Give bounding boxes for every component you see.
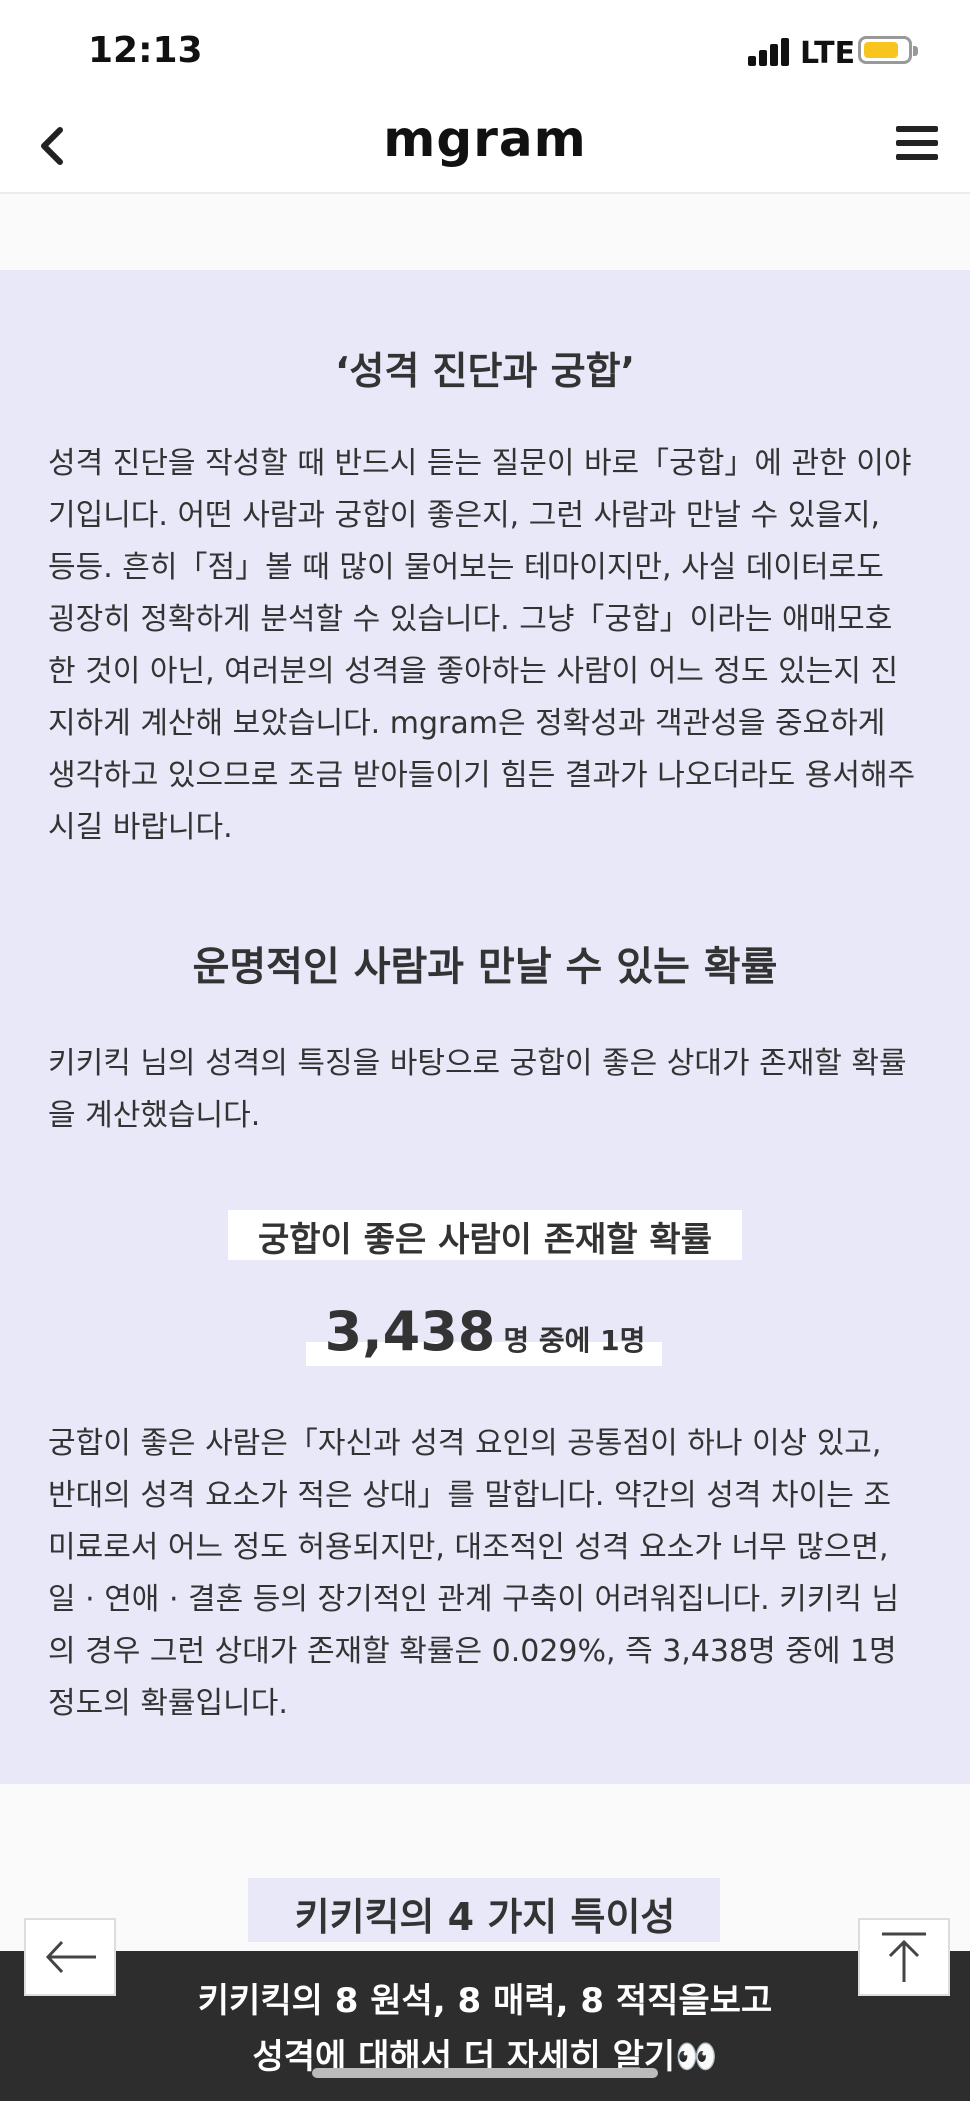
probability-label: 궁합이 좋은 사람이 존재할 확률: [258, 1220, 712, 1260]
probability-value: 3,438 명 중에 1명: [0, 1300, 970, 1363]
probability-unit: 명 중에 1명: [503, 1324, 646, 1357]
destiny-intro: 키키킥 님의 성격의 특징을 바탕으로 궁합이 좋은 상대가 존재할 확률을 계…: [48, 1046, 907, 1133]
brand-logo[interactable]: mgram: [0, 110, 970, 168]
battery-icon: [858, 36, 918, 64]
status-time: 12:13: [88, 30, 203, 71]
section-title-uniqueness: 키키킥의 4 가지 특이성: [294, 1895, 676, 1939]
arrow-up-icon: [882, 1932, 926, 1982]
network-label: LTE: [800, 36, 856, 71]
scroll-top-button[interactable]: [858, 1918, 950, 1996]
compatibility-paragraph: 성격 진단을 작성할 때 반드시 듣는 질문이 바로「궁합」에 관한 이야기입니…: [48, 446, 916, 845]
top-nav: mgram: [0, 100, 970, 194]
probability-number: 3,438: [324, 1300, 496, 1363]
section-title-destiny: 운명적인 사람과 만날 수 있는 확률: [192, 944, 778, 990]
hamburger-icon: [896, 126, 938, 160]
menu-button[interactable]: [896, 126, 938, 164]
probability-explanation: 궁합이 좋은 사람은「자신과 성격 요인의 공통점이 하나 이상 있고, 반대의…: [48, 1426, 900, 1721]
home-indicator: [312, 2068, 658, 2078]
cta-line-1: 키키킥의 8 원석, 8 매력, 8 적직을보고: [197, 1981, 773, 2021]
prev-page-button[interactable]: [24, 1918, 116, 1996]
arrow-left-icon: [45, 1940, 96, 1974]
section-title-compatibility: ‘성격 진단과 궁합’: [334, 349, 636, 393]
cta-banner[interactable]: 키키킥의 8 원석, 8 매력, 8 적직을보고 성격에 대해서 더 자세히 알…: [0, 1951, 970, 2101]
content-panel: ‘성격 진단과 궁합’ 성격 진단을 작성할 때 반드시 듣는 질문이 바로「궁…: [0, 270, 970, 1784]
status-bar: 12:13 LTE: [0, 0, 970, 100]
signal-icon: [748, 38, 792, 66]
